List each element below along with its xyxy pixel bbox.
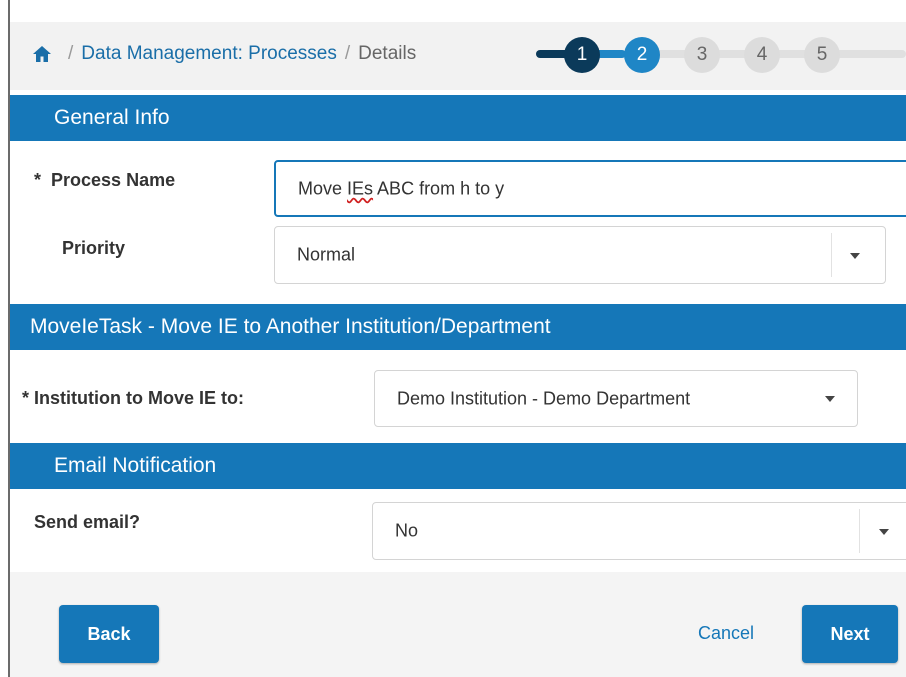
step-4: 4 xyxy=(744,37,780,73)
step-3: 3 xyxy=(684,37,720,73)
section-title: General Info xyxy=(54,106,170,129)
chevron-down-icon xyxy=(850,253,860,259)
send-email-select[interactable]: No xyxy=(372,502,906,560)
priority-label: Priority xyxy=(62,238,126,258)
chevron-down-icon xyxy=(879,529,889,535)
institution-value: Demo Institution - Demo Department xyxy=(397,388,691,408)
back-button[interactable]: Back xyxy=(59,605,159,663)
priority-select[interactable]: Normal xyxy=(274,226,886,284)
institution-label: * Institution to Move IE to: xyxy=(22,388,244,408)
step-1[interactable]: 1 xyxy=(564,37,600,73)
process-name-input[interactable]: Move IEs ABC from h to y xyxy=(274,160,906,217)
process-name-label: * Process Name xyxy=(34,170,175,191)
send-email-label: Send email? xyxy=(34,512,141,532)
send-email-value: No xyxy=(395,520,419,541)
section-general-info: General Info xyxy=(10,95,906,141)
breadcrumb-separator: / xyxy=(68,43,74,64)
step-2[interactable]: 2 xyxy=(624,37,660,73)
cancel-link[interactable]: Cancel xyxy=(698,623,754,644)
breadcrumb-details: Details xyxy=(358,43,417,64)
process-wizard: / Data Management: Processes / Details 1… xyxy=(0,0,906,677)
process-name-value: Move IEs ABC from h to y xyxy=(298,178,505,198)
breadcrumb-processes[interactable]: Data Management: Processes xyxy=(81,43,337,65)
section-title: Email Notification xyxy=(54,454,217,477)
priority-value: Normal xyxy=(297,244,356,265)
institution-select[interactable]: Demo Institution - Demo Department xyxy=(374,370,858,427)
section-title: MoveIeTask - Move IE to Another Institut… xyxy=(30,315,551,338)
breadcrumb: / Data Management: Processes / Details xyxy=(32,40,416,68)
home-icon[interactable] xyxy=(32,44,52,64)
misspelled-word: IEs xyxy=(347,178,374,198)
next-button[interactable]: Next xyxy=(802,605,898,663)
step-5: 5 xyxy=(804,37,840,73)
wizard-stepper: 1 2 3 4 5 xyxy=(534,30,906,78)
breadcrumb-separator: / xyxy=(344,43,351,64)
chevron-down-icon xyxy=(825,396,835,402)
section-email-notification: Email Notification xyxy=(10,443,906,489)
process-name-label-text: Process Name xyxy=(51,170,176,190)
section-move-ie-task: MoveIeTask - Move IE to Another Institut… xyxy=(10,304,906,350)
required-marker: * xyxy=(34,170,42,190)
